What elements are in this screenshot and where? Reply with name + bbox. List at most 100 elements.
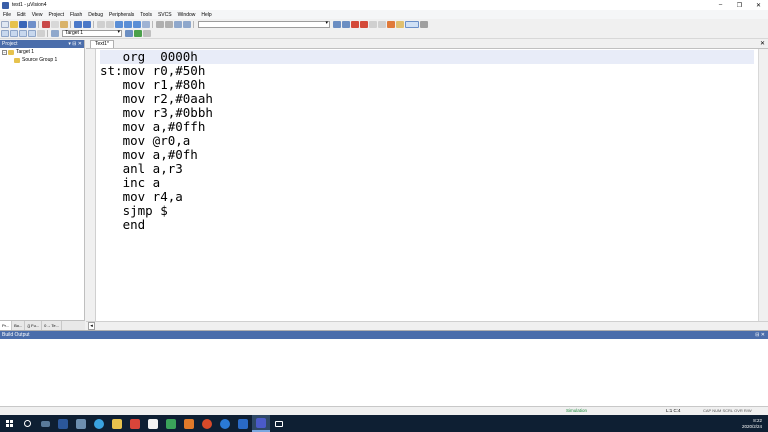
tree-item-source-group[interactable]: Source Group 1 (0, 56, 84, 64)
disable-all-breakpoints-icon[interactable] (378, 20, 386, 28)
menu-help[interactable]: Help (198, 12, 214, 18)
menu-tools[interactable]: Tools (137, 12, 155, 18)
cut-icon[interactable] (42, 20, 50, 28)
navigate-forward-icon[interactable] (106, 20, 114, 28)
kill-breakpoints-icon[interactable] (387, 20, 395, 28)
app-icon[interactable] (180, 415, 198, 432)
find-combo[interactable] (198, 20, 330, 28)
code-line: org 0000h (100, 50, 754, 64)
build-icon[interactable] (10, 30, 18, 37)
editor-gutter[interactable] (86, 49, 96, 321)
panel-buttons[interactable]: ⊟ ✕ (755, 331, 768, 339)
translate-icon[interactable] (1, 30, 9, 37)
unindent-icon[interactable] (165, 20, 173, 28)
new-file-icon[interactable] (1, 20, 9, 28)
manage-books-icon[interactable] (143, 30, 151, 37)
code-line: mov @r0,a (100, 133, 191, 148)
folder-icon (14, 57, 20, 63)
app-icon[interactable] (234, 415, 252, 432)
save-icon[interactable] (19, 20, 27, 28)
tree-item-target[interactable]: − Target 1 (0, 48, 84, 56)
navigate-back-icon[interactable] (97, 20, 105, 28)
app-icon[interactable] (198, 415, 216, 432)
prev-bookmark-icon[interactable] (124, 20, 132, 28)
window-layout-icon[interactable] (405, 20, 419, 28)
scroll-left-icon[interactable]: ◂ (88, 322, 95, 330)
stop-build-icon[interactable] (37, 30, 45, 37)
menu-flash[interactable]: Flash (67, 12, 85, 18)
save-all-icon[interactable] (28, 20, 36, 28)
target-options-icon[interactable] (125, 30, 133, 37)
indent-icon[interactable] (156, 20, 164, 28)
edge-browser-icon[interactable] (216, 415, 234, 432)
clock-date: 2020/2/24 (741, 423, 762, 429)
clear-bookmarks-icon[interactable] (142, 20, 150, 28)
uncomment-icon[interactable] (183, 20, 191, 28)
rebuild-icon[interactable] (19, 30, 27, 37)
maximize-button[interactable]: ❐ (730, 0, 749, 10)
minimize-button[interactable]: – (711, 0, 730, 10)
tree-item-label: Source Group 1 (22, 57, 58, 63)
menu-view[interactable]: View (29, 12, 46, 18)
paste-icon[interactable] (60, 20, 68, 28)
copy-icon[interactable] (51, 20, 59, 28)
code-editor[interactable]: org 0000h st:mov r0,#50h mov r1,#80h mov… (100, 50, 754, 320)
find-in-files-icon[interactable] (333, 20, 341, 28)
menu-project[interactable]: Project (45, 12, 67, 18)
batch-build-icon[interactable] (28, 30, 36, 37)
disable-breakpoint-icon[interactable] (369, 20, 377, 28)
menu-svcs[interactable]: SVCS (155, 12, 175, 18)
keyboard-status: CAP NUM SCRL OVR R/W (703, 408, 752, 413)
menu-window[interactable]: Window (175, 12, 199, 18)
word-app-icon[interactable] (54, 415, 72, 432)
tab-functions[interactable]: {} Fu... (25, 321, 43, 330)
collapse-icon[interactable]: − (2, 49, 7, 55)
camera-app-icon[interactable] (270, 415, 288, 432)
wrench-icon[interactable] (420, 20, 428, 28)
bookmark-icon[interactable] (115, 20, 123, 28)
debug-session-icon[interactable] (351, 20, 359, 28)
menu-peripherals[interactable]: Peripherals (106, 12, 137, 18)
configure-icon[interactable] (396, 20, 404, 28)
components-icon[interactable] (134, 30, 142, 37)
windows-logo-icon (5, 420, 13, 427)
app-icon[interactable] (126, 415, 144, 432)
code-line: end (100, 217, 146, 232)
uvision-taskbar-icon[interactable] (252, 415, 270, 432)
menu-file[interactable]: File (0, 12, 14, 18)
horizontal-scrollbar[interactable]: ◂ (86, 321, 768, 330)
find-icon[interactable] (342, 20, 350, 28)
code-line: mov r4,a (100, 189, 183, 204)
toolbar-separator (152, 20, 153, 28)
breakpoint-icon[interactable] (360, 20, 368, 28)
menu-debug[interactable]: Debug (85, 12, 106, 18)
system-clock[interactable]: 8:22 2020/2/24 (742, 418, 768, 430)
editor-tab-text1[interactable]: Text1* (90, 40, 114, 48)
windows-taskbar: 8:22 2020/2/24 (0, 415, 768, 432)
undo-icon[interactable] (74, 20, 82, 28)
tab-books[interactable]: Bo... (12, 321, 26, 330)
redo-icon[interactable] (83, 20, 91, 28)
app-icon[interactable] (72, 415, 90, 432)
open-folder-icon[interactable] (10, 20, 18, 28)
browser-app-icon[interactable] (90, 415, 108, 432)
menu-edit[interactable]: Edit (14, 12, 29, 18)
build-output-panel: Build Output ⊟ ✕ (0, 330, 768, 406)
next-bookmark-icon[interactable] (133, 20, 141, 28)
tab-templates[interactable]: 0→ Te... (42, 321, 62, 330)
panel-buttons[interactable]: ▾ ⊟ ✕ (68, 40, 84, 48)
target-select[interactable]: Target 1 (62, 30, 122, 37)
download-icon[interactable] (51, 30, 59, 37)
close-button[interactable]: ✕ (749, 0, 768, 10)
file-explorer-icon[interactable] (108, 415, 126, 432)
search-icon[interactable] (18, 415, 36, 432)
close-editor-icon[interactable]: ✕ (760, 40, 765, 47)
tab-project[interactable]: Pr... (0, 321, 13, 330)
vertical-scrollbar[interactable] (758, 49, 768, 321)
app-icon[interactable] (162, 415, 180, 432)
target-folder-icon (8, 49, 14, 55)
comment-icon[interactable] (174, 20, 182, 28)
document-app-icon[interactable] (144, 415, 162, 432)
task-view-icon[interactable] (36, 415, 54, 432)
start-button[interactable] (0, 415, 18, 432)
